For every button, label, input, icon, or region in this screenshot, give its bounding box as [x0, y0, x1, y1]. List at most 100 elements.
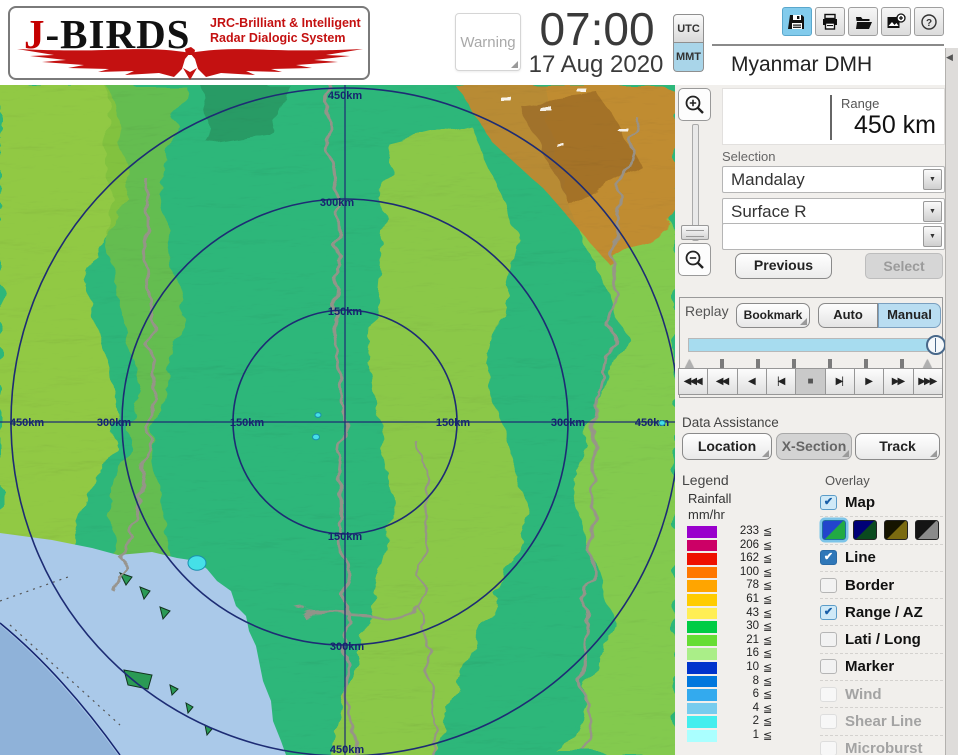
legend-lte-symbol: ≦ [763, 675, 773, 688]
capture-button[interactable] [881, 7, 911, 36]
map-style-swatch-0[interactable] [822, 520, 846, 541]
time-slider-handle[interactable] [926, 335, 946, 355]
control-panel: Range 450 km Selection Mandalay ▼ Surfac… [675, 85, 946, 755]
chevron-down-icon[interactable]: ▼ [923, 169, 942, 190]
panel-collapse-arrow-icon: ◀ [946, 52, 953, 62]
folder-icon [855, 16, 872, 29]
radar-map-canvas: 450km 300km 150km 150km 300km 450km 450km 300km… [0, 84, 680, 755]
chevron-down-icon[interactable]: ▼ [923, 201, 942, 222]
map-style-swatch-2[interactable] [884, 520, 908, 541]
legend-color-swatch [687, 553, 717, 565]
legend-title: Legend [682, 472, 729, 488]
bookmark-button[interactable]: Bookmark [736, 303, 810, 328]
range-label: Range [841, 96, 880, 111]
legend-color-swatch [687, 593, 717, 606]
zoom-out-icon [685, 250, 704, 269]
legend-lte-symbol: ≦ [763, 566, 773, 579]
ring-distance-label: 450km [328, 90, 362, 102]
legend-color-swatch [687, 580, 717, 592]
legend-value: 78 [746, 579, 759, 592]
legend-value: 61 [746, 592, 759, 605]
map-zoom-slider-handle[interactable] [681, 225, 709, 240]
legend-unit-line2: mm/hr [688, 507, 725, 522]
checkbox-range-az[interactable]: ✔ [820, 604, 837, 620]
playback-button-8[interactable]: ▶▶▶ [912, 368, 943, 395]
time-slider-track[interactable] [688, 335, 946, 355]
save-icon [788, 14, 804, 29]
legend-color-swatch [687, 648, 717, 660]
extra-dropdown[interactable]: ▼ [722, 223, 945, 250]
chevron-down-icon[interactable]: ▼ [923, 226, 942, 247]
help-button[interactable]: ? [914, 7, 944, 36]
legend-row: 6 ≦ [687, 688, 792, 702]
save-button[interactable] [782, 7, 812, 36]
replay-label: Replay [685, 303, 729, 319]
checkbox-lati-long[interactable] [820, 632, 837, 648]
mmt-button[interactable]: MMT [673, 43, 704, 72]
legend-value: 30 [746, 620, 759, 633]
location-button[interactable]: Location [682, 433, 772, 460]
checkbox-line[interactable]: ✔ [820, 550, 837, 566]
map-style-swatches [820, 516, 943, 543]
warning-button[interactable]: Warning [455, 13, 521, 71]
overlay-item-line: ✔ Line [820, 543, 943, 571]
data-assistance-label: Data Assistance [682, 415, 779, 430]
map-style-swatch-1[interactable] [853, 520, 877, 541]
overlay-label: Marker [845, 658, 895, 676]
playback-button-5[interactable]: ▶| [824, 368, 855, 395]
playback-button-0[interactable]: ◀◀◀ [678, 368, 709, 395]
manual-mode-button[interactable]: Manual [878, 303, 941, 328]
legend-value: 10 [746, 660, 759, 673]
legend-value: 4 [752, 701, 759, 714]
checkbox-marker[interactable] [820, 659, 837, 675]
playback-button-2[interactable]: ◀ [736, 368, 767, 395]
ring-distance-label: 150km [328, 531, 362, 543]
legend-value: 206 [739, 538, 759, 551]
print-button[interactable] [815, 7, 845, 36]
map-style-swatch-3[interactable] [915, 520, 939, 541]
map-zoom-out-button[interactable] [678, 243, 711, 276]
legend-color-swatch [687, 689, 717, 701]
checkbox-border[interactable] [820, 577, 837, 593]
overlay-item-microburst: Microburst [820, 734, 943, 755]
track-button[interactable]: Track [855, 433, 940, 460]
legend-lte-symbol: ≦ [763, 526, 773, 538]
checkbox-wind [820, 686, 837, 702]
radar-map[interactable]: 450km 300km 150km 150km 300km 450km 450km 300km… [0, 84, 680, 755]
map-zoom-in-button[interactable] [678, 88, 711, 121]
select-button: Select [865, 253, 943, 279]
ring-distance-label: 300km [320, 197, 354, 209]
zoom-in-icon [685, 95, 704, 114]
overlay-label: Wind [845, 685, 882, 703]
legend-row: 162 ≦ [687, 552, 792, 566]
checkbox-microburst [820, 741, 837, 755]
playback-button-1[interactable]: ◀◀ [707, 368, 738, 395]
utc-button[interactable]: UTC [673, 14, 704, 43]
station-name: Myanmar DMH [722, 48, 945, 82]
auto-mode-button[interactable]: Auto [818, 303, 878, 328]
panel-collapse-strip[interactable] [945, 48, 958, 755]
legend-row: 8 ≦ [687, 675, 792, 689]
playback-button-3[interactable]: |◀ [765, 368, 797, 395]
site-dropdown[interactable]: Mandalay ▼ [722, 166, 945, 193]
overlay-label: Border [845, 576, 895, 594]
open-file-button[interactable] [848, 7, 878, 36]
playback-button-7[interactable]: ▶▶ [883, 368, 914, 395]
previous-button[interactable]: Previous [735, 253, 832, 279]
legend-lte-symbol: ≦ [763, 634, 773, 647]
legend-lte-symbol: ≦ [763, 607, 773, 620]
checkbox-map[interactable]: ✔ [820, 495, 837, 511]
playback-button-6[interactable]: ▶ [853, 368, 885, 395]
ring-distance-label: 300km [97, 417, 131, 429]
legend-color-swatch [687, 539, 717, 552]
legend-row: 78 ≦ [687, 579, 792, 593]
overlay-list: ✔ Map ✔ Line Border ✔ Range / AZ Lati / Long Mar… [820, 489, 943, 755]
product-dropdown[interactable]: Surface R ▼ [722, 198, 945, 225]
header-divider [712, 44, 944, 46]
map-zoom-slider-track[interactable] [692, 124, 699, 241]
legend-color-swatch [687, 634, 717, 647]
x-section-button: X-Section [776, 433, 852, 460]
toolbar: ? [782, 7, 944, 36]
playback-button-4[interactable]: ■ [795, 368, 826, 395]
clock-date: 17 Aug 2020 [528, 51, 664, 78]
